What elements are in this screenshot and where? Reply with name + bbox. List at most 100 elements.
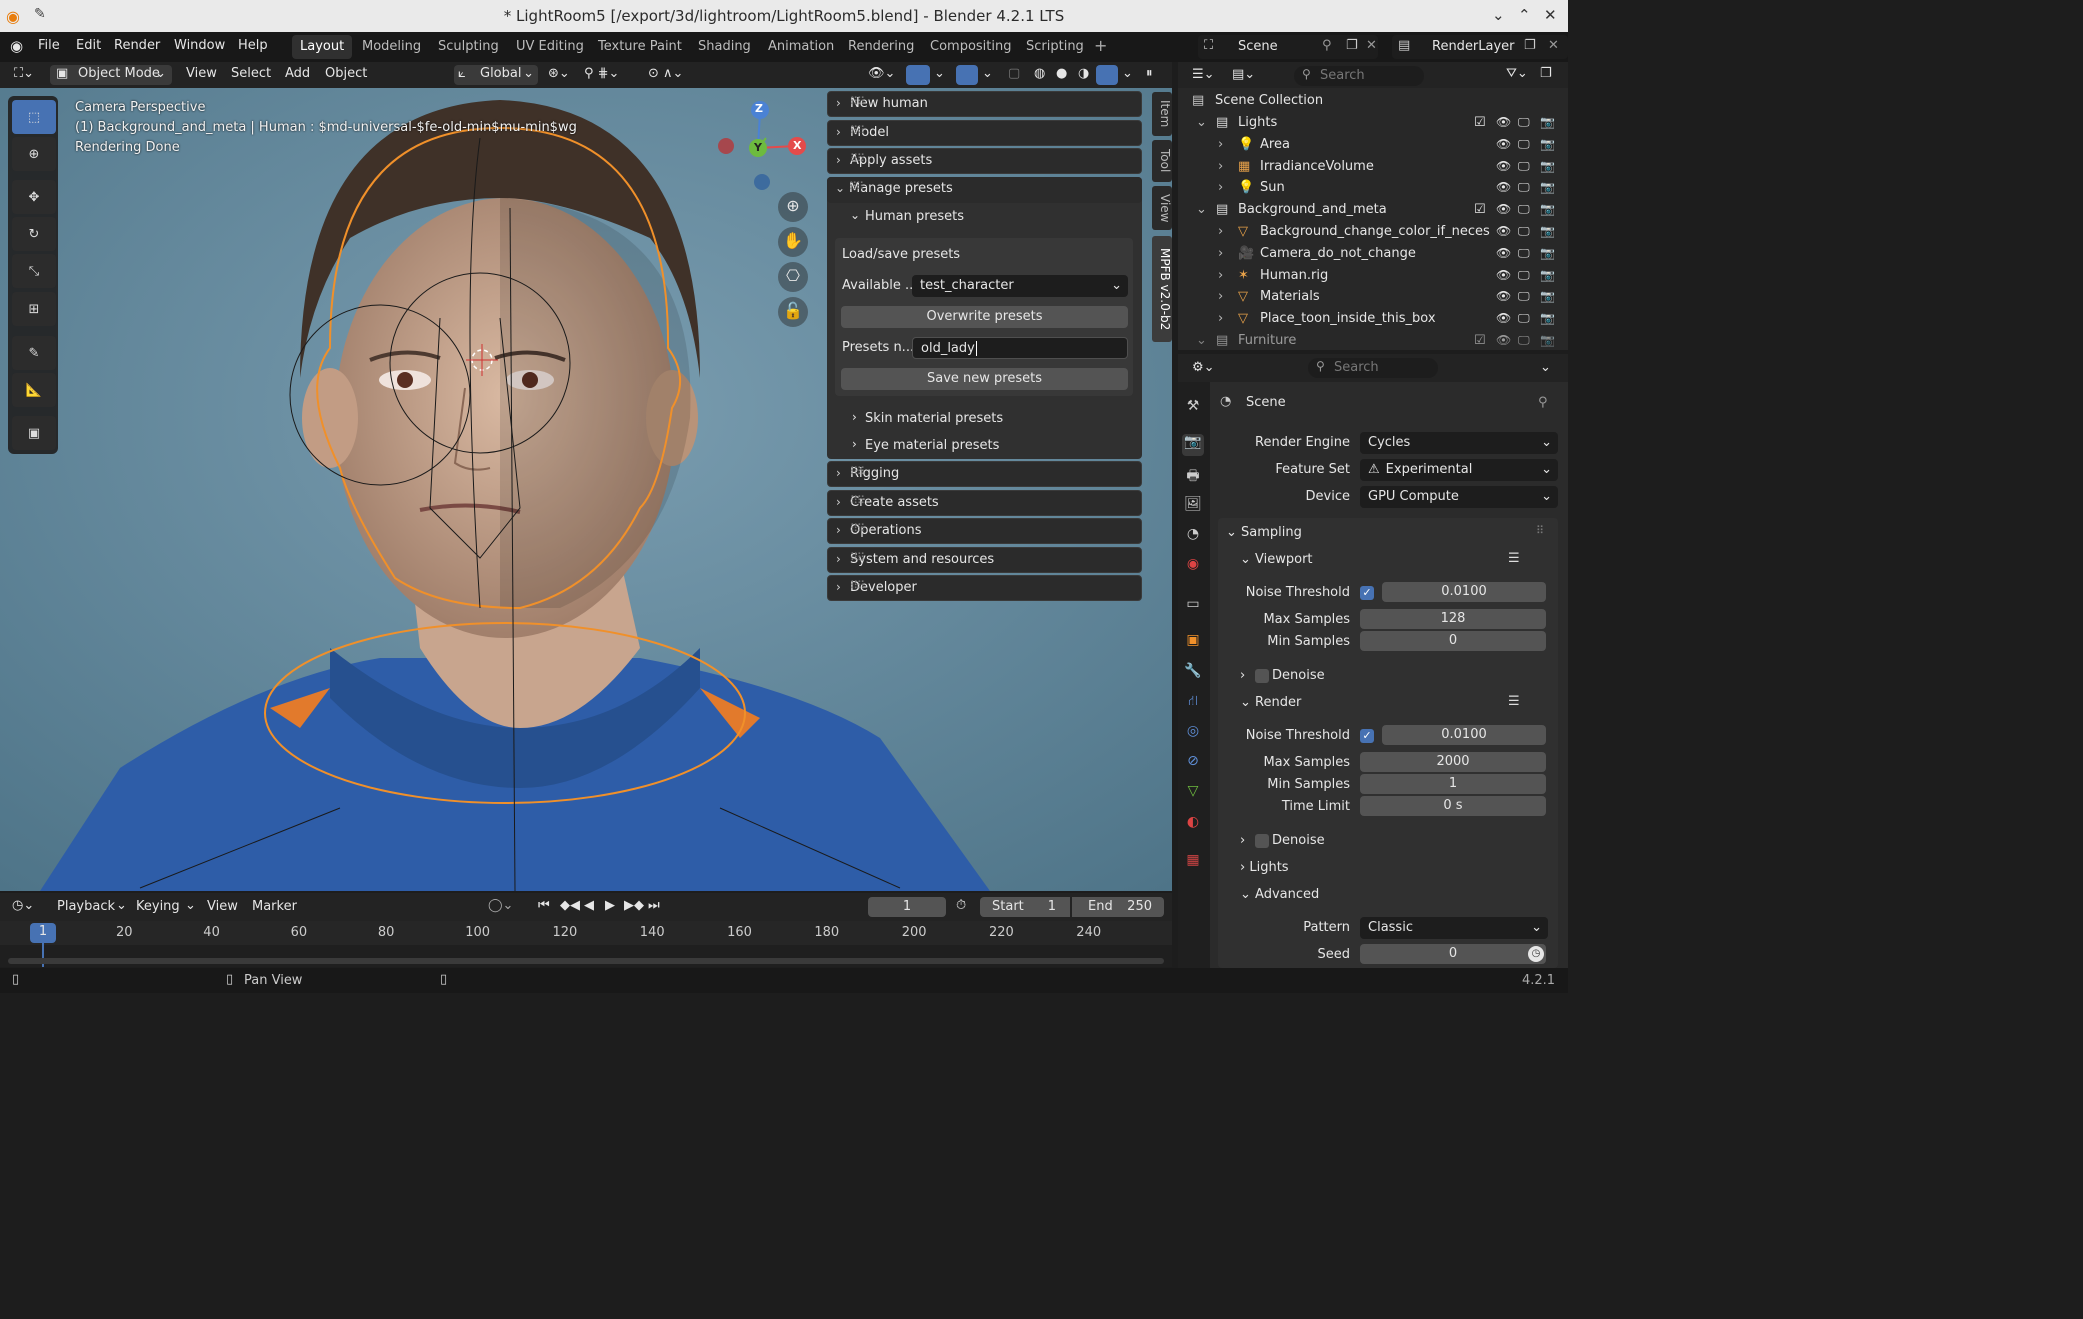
outliner-row-sun[interactable]: › 💡 Sun 👁 🖵 📷 (1178, 177, 1568, 199)
tab-modeling[interactable]: Modeling (354, 35, 429, 59)
editor-type-icon[interactable]: ⛶⌄ (14, 66, 34, 81)
tool-tab-icon[interactable]: ⚒ (1182, 398, 1204, 420)
r-min-field[interactable]: 1 (1360, 774, 1546, 794)
chevron-down-icon[interactable]: ⌄ (1196, 202, 1207, 217)
menu-keying[interactable]: Keying (136, 899, 180, 914)
tab-mpfb[interactable]: MPFB v2.0-b2 (1152, 236, 1172, 342)
jump-start-icon[interactable]: ⏮ (538, 898, 550, 913)
camera-render-icon[interactable]: 📷 (1540, 289, 1555, 303)
mode-dropdown[interactable]: ▣ Object Mode ⌄ (50, 65, 172, 85)
solid-shading-icon[interactable]: ● (1056, 66, 1067, 81)
denoise-subheader[interactable]: › (1240, 668, 1245, 683)
eye-icon[interactable]: 👁 (1496, 159, 1511, 173)
tab-uv-editing[interactable]: UV Editing (508, 35, 592, 59)
tab-view[interactable]: View (1152, 186, 1172, 230)
scale-icon[interactable]: ⤡ (12, 254, 56, 288)
outliner-row-area[interactable]: › 💡 Area 👁 🖵 📷 (1178, 134, 1568, 156)
drag-handle-icon[interactable]: ⠿⠿ (850, 124, 1133, 137)
playhead[interactable]: 1 (30, 923, 56, 943)
presets-list-icon[interactable]: ☰ (1508, 694, 1520, 709)
drag-handle-icon[interactable]: ⠿⠿ (850, 522, 1133, 535)
play-icon[interactable]: ▶ (605, 898, 615, 913)
rendered-shading-icon[interactable] (1096, 65, 1118, 85)
eye-icon[interactable]: 👁 (1496, 333, 1511, 347)
drag-handle-icon[interactable]: ⠿⠿ (850, 494, 1133, 507)
menu-object[interactable]: Object (325, 66, 367, 81)
vp-min-field[interactable]: 0 (1360, 631, 1546, 651)
panel-new-human[interactable]: › New human ⠿⠿ (827, 91, 1142, 117)
exclude-checkbox-icon[interactable]: ☑ (1474, 115, 1486, 130)
drag-handle-icon[interactable]: ⠿⠿ (850, 551, 1133, 564)
overwrite-presets-button[interactable]: Overwrite presets (841, 306, 1128, 328)
eye-icon[interactable]: 👁 (1496, 137, 1511, 151)
drag-handle-icon[interactable]: ⠿⠿ (850, 465, 1133, 478)
monitor-icon[interactable]: 🖵 (1518, 137, 1530, 152)
camera-render-icon[interactable]: 📷 (1540, 333, 1555, 347)
pin-scene-icon[interactable]: ⚲ (1322, 38, 1332, 53)
pin-icon[interactable]: ⚲ (1538, 395, 1548, 410)
world-tab-icon[interactable]: ◉ (1182, 556, 1204, 578)
editor-type-icon[interactable]: ☰⌄ (1192, 67, 1215, 82)
render-subheader[interactable]: ⌄ Render (1240, 695, 1301, 710)
tab-rendering[interactable]: Rendering (840, 35, 922, 59)
available-presets-dropdown[interactable]: test_character ⌄ (912, 275, 1128, 297)
material-tab-icon[interactable]: ◐ (1182, 814, 1204, 836)
monitor-icon[interactable]: 🖵 (1518, 202, 1530, 217)
outliner-row-place-toon-inside-this-box[interactable]: › ▽ Place_toon_inside_this_box 👁 🖵 📷 (1178, 308, 1568, 330)
chevron-right-icon[interactable]: › (1218, 137, 1223, 152)
navigation-gizmo[interactable]: Z Y X (710, 98, 810, 198)
tab-compositing[interactable]: Compositing (922, 35, 1020, 59)
end-frame-field[interactable]: End 250 (1072, 897, 1164, 917)
clock-icon[interactable]: ◷ (1528, 946, 1544, 962)
seed-field[interactable]: 0 (1360, 944, 1546, 964)
collection-tab-icon[interactable]: ▭ (1182, 596, 1204, 618)
rotate-icon[interactable]: ↻ (12, 217, 56, 251)
outliner-row-materials[interactable]: › ▽ Materials 👁 🖵 📷 (1178, 286, 1568, 308)
lights-subheader[interactable]: › Lights (1240, 860, 1289, 875)
scene-selector[interactable]: ⛶ Scene ⚲ ❐ ✕ (1198, 35, 1378, 59)
exclude-checkbox-icon[interactable]: ☑ (1474, 202, 1486, 217)
tab-item[interactable]: Item (1152, 92, 1172, 136)
r-noise-checkbox[interactable]: ✓ (1360, 729, 1374, 743)
gizmo-toggle-icon[interactable] (906, 65, 930, 85)
render-engine-dropdown[interactable]: Cycles ⌄ (1360, 432, 1558, 454)
denoise-checkbox[interactable] (1255, 669, 1269, 683)
close-icon[interactable]: ✕ (1544, 6, 1557, 24)
camera-render-icon[interactable]: 📷 (1540, 202, 1555, 216)
overlay-dropdown-icon[interactable]: ⌄ (982, 66, 993, 81)
minimize-icon[interactable]: ⌄ (1492, 6, 1505, 24)
chevron-right-icon[interactable]: › (1218, 159, 1223, 174)
eye-icon[interactable]: 👁 (1496, 202, 1511, 216)
display-mode-icon[interactable]: ▤⌄ (1232, 67, 1255, 82)
tab-animation[interactable]: Animation (760, 35, 842, 59)
chevron-right-icon[interactable]: › (1218, 311, 1223, 326)
outliner-row-human-rig[interactable]: › ✶ Human.rig 👁 🖵 📷 (1178, 265, 1568, 287)
r-max-field[interactable]: 2000 (1360, 752, 1546, 772)
chevron-right-icon[interactable]: › (1218, 246, 1223, 261)
outliner-search[interactable]: ⚲ Search (1294, 66, 1424, 86)
camera-render-icon[interactable]: 📷 (1540, 159, 1555, 173)
modifier-tab-icon[interactable]: 🔧 (1182, 663, 1204, 685)
tab-sculpting[interactable]: Sculpting (430, 35, 507, 59)
proportional-edit-icon[interactable]: ⊙ ∧⌄ (648, 66, 683, 81)
transform-icon[interactable]: ⊞ (12, 292, 56, 326)
particles-tab-icon[interactable]: ⛙ (1182, 693, 1204, 715)
select-box-icon[interactable]: ⬚ (12, 100, 56, 134)
menu-playback[interactable]: Playback (57, 899, 115, 914)
pivot-icon[interactable]: ⊛⌄ (548, 66, 570, 81)
vp-noise-field[interactable]: 0.0100 (1382, 582, 1546, 602)
timeline-area[interactable]: 20 40 60 80 100 120 140 160 180 200 220 240 1 (0, 921, 1172, 967)
monitor-icon[interactable]: 🖵 (1518, 246, 1530, 261)
snap-icon[interactable]: ⚲ ⋕⌄ (584, 66, 619, 81)
denoise2-checkbox[interactable] (1255, 834, 1269, 848)
delete-scene-icon[interactable]: ✕ (1366, 38, 1377, 53)
r-noise-field[interactable]: 0.0100 (1382, 725, 1546, 745)
menu-add[interactable]: Add (285, 66, 310, 81)
presets-name-input[interactable]: old_lady (912, 337, 1128, 359)
properties-search[interactable]: ⚲ Search (1308, 358, 1438, 378)
monitor-icon[interactable]: 🖵 (1518, 180, 1530, 195)
maximize-icon[interactable]: ⌃ (1518, 6, 1531, 24)
start-frame-field[interactable]: Start 1 (980, 897, 1070, 917)
menu-edit[interactable]: Edit (76, 38, 101, 53)
drag-handle-icon[interactable]: ⠿⠿ (849, 180, 1134, 193)
